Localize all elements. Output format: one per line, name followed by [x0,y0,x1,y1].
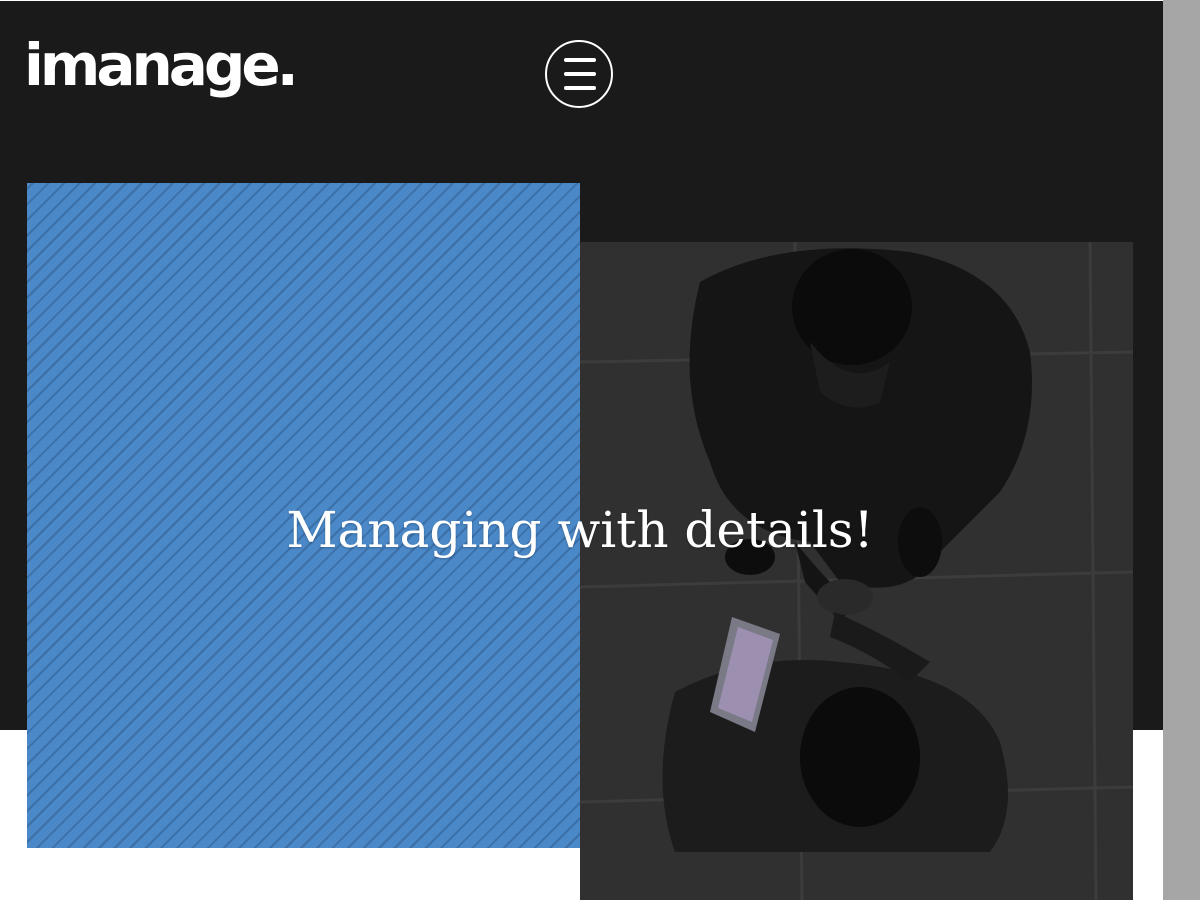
site-logo[interactable]: imanage. [24,30,299,100]
handshake-photo [580,242,1133,900]
handshake-illustration [580,242,1133,900]
page: imanage. Managing with details! [0,0,1200,900]
scrollbar[interactable] [1163,0,1200,900]
top-edge [0,0,1163,1]
hero-headline: Managing with details! [0,498,1160,562]
hero-headline-text: Managing with details! [286,501,874,559]
menu-button[interactable] [545,40,613,108]
